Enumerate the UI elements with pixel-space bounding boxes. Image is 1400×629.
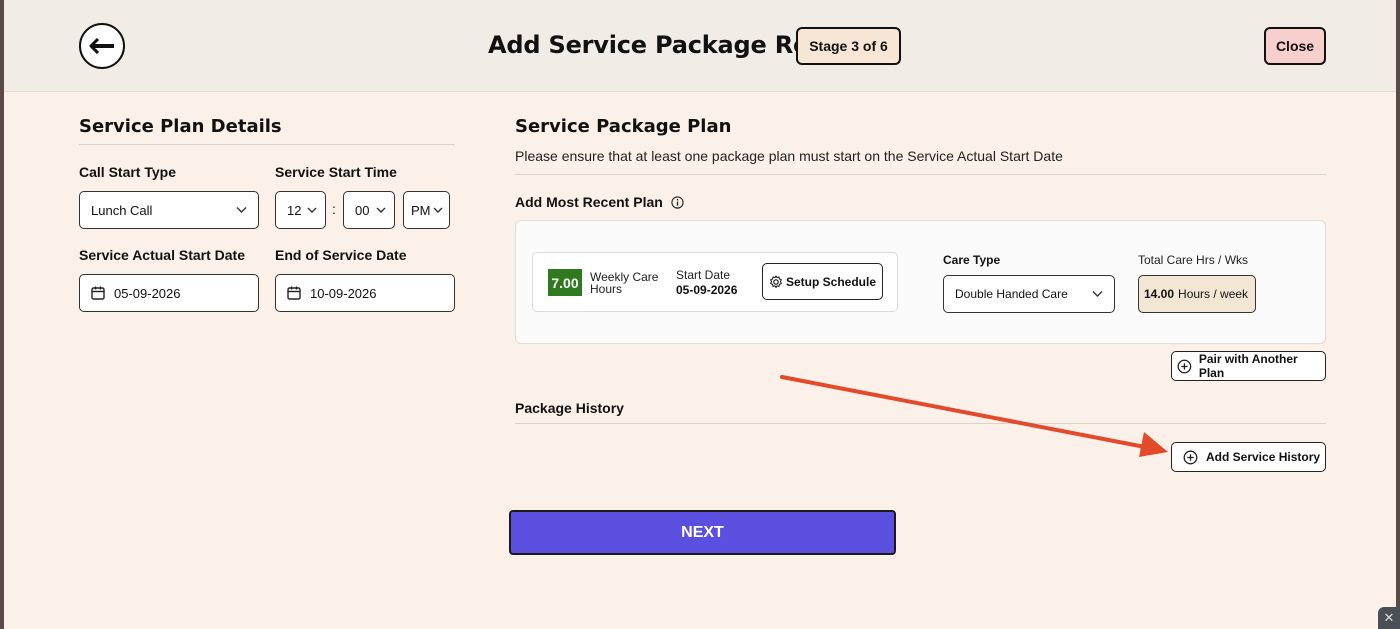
add-service-history-label: Add Service History	[1206, 450, 1321, 464]
care-type-select[interactable]: Double Handed Care	[943, 275, 1115, 313]
plus-circle-icon	[1183, 450, 1198, 464]
actual-start-date-label: Service Actual Start Date	[79, 247, 245, 263]
ampm-select[interactable]: PM	[403, 191, 450, 229]
pair-another-plan-button[interactable]: Pair with Another Plan	[1171, 351, 1326, 381]
close-icon[interactable]: ✕	[1378, 607, 1400, 629]
ampm-value: PM	[411, 202, 431, 218]
gear-icon	[770, 275, 782, 289]
close-button[interactable]: Close	[1264, 27, 1326, 65]
end-date-label: End of Service Date	[275, 247, 407, 263]
divider	[79, 144, 455, 145]
time-separator: :	[332, 201, 336, 217]
total-hours-value: 14.00	[1144, 287, 1175, 301]
info-icon[interactable]	[671, 196, 684, 209]
package-plan-note: Please ensure that at least one package …	[515, 148, 1063, 164]
add-recent-plan-label: Add Most Recent Plan	[515, 194, 684, 210]
plus-circle-icon	[1177, 359, 1192, 373]
recent-plan-panel: 7.00 Weekly Care Hours Start Date 05-09-…	[515, 220, 1326, 344]
calendar-icon	[287, 286, 301, 300]
minute-select[interactable]: 00	[343, 191, 395, 229]
chevron-down-icon	[376, 207, 386, 213]
actual-start-date-value: 05-09-2026	[114, 285, 181, 301]
stage-badge: Stage 3 of 6	[796, 27, 901, 65]
setup-schedule-button[interactable]: Setup Schedule	[762, 263, 883, 300]
annotation-arrow	[780, 375, 1168, 457]
add-service-history-button[interactable]: Add Service History	[1171, 442, 1326, 472]
end-date-value: 10-09-2026	[310, 285, 377, 301]
weekly-hours-label-line2: Hours	[590, 282, 623, 296]
header-bar: Add Service Package Record Stage 3 of 6 …	[4, 0, 1396, 92]
plan-card: 7.00 Weekly Care Hours Start Date 05-09-…	[532, 252, 898, 312]
package-plan-title: Service Package Plan	[515, 116, 732, 137]
weekly-hours-label: Weekly Care Hours	[590, 271, 658, 295]
total-hours-field: 14.00 Hours / week	[1138, 275, 1256, 313]
hour-value: 12	[287, 202, 302, 218]
care-type-label: Care Type	[943, 253, 1001, 267]
add-recent-plan-text: Add Most Recent Plan	[515, 194, 663, 210]
service-start-time-label: Service Start Time	[275, 164, 397, 180]
setup-schedule-label: Setup Schedule	[785, 274, 876, 289]
start-date-label: Start Date	[676, 268, 731, 282]
call-start-type-label: Call Start Type	[79, 164, 176, 180]
calendar-icon	[91, 286, 105, 300]
call-start-type-select[interactable]: Lunch Call	[79, 191, 259, 229]
back-button[interactable]	[79, 23, 125, 69]
care-type-value: Double Handed Care	[955, 287, 1068, 301]
minute-value: 00	[355, 202, 370, 218]
total-hours-label: Total Care Hrs / Wks	[1138, 253, 1249, 267]
divider	[515, 174, 1326, 175]
chevron-down-icon	[433, 207, 443, 213]
pair-another-plan-label: Pair with Another Plan	[1198, 352, 1298, 380]
app-window: Add Service Package Record Stage 3 of 6 …	[4, 0, 1396, 629]
start-date-value: 05-09-2026	[676, 283, 738, 297]
chevron-down-icon	[307, 207, 317, 213]
total-hours-unit: Hours / week	[1178, 287, 1249, 301]
hour-select[interactable]: 12	[275, 191, 326, 229]
arrow-left-icon	[89, 38, 114, 54]
end-date-input[interactable]: 10-09-2026	[275, 274, 455, 312]
package-history-title: Package History	[515, 400, 624, 416]
service-plan-title: Service Plan Details	[79, 116, 282, 137]
chevron-down-icon	[236, 207, 247, 213]
call-start-type-value: Lunch Call	[91, 202, 153, 218]
actual-start-date-input[interactable]: 05-09-2026	[79, 274, 259, 312]
weekly-hours-badge: 7.00	[548, 269, 582, 296]
chevron-down-icon	[1092, 291, 1103, 297]
next-button[interactable]: NEXT	[509, 510, 896, 555]
